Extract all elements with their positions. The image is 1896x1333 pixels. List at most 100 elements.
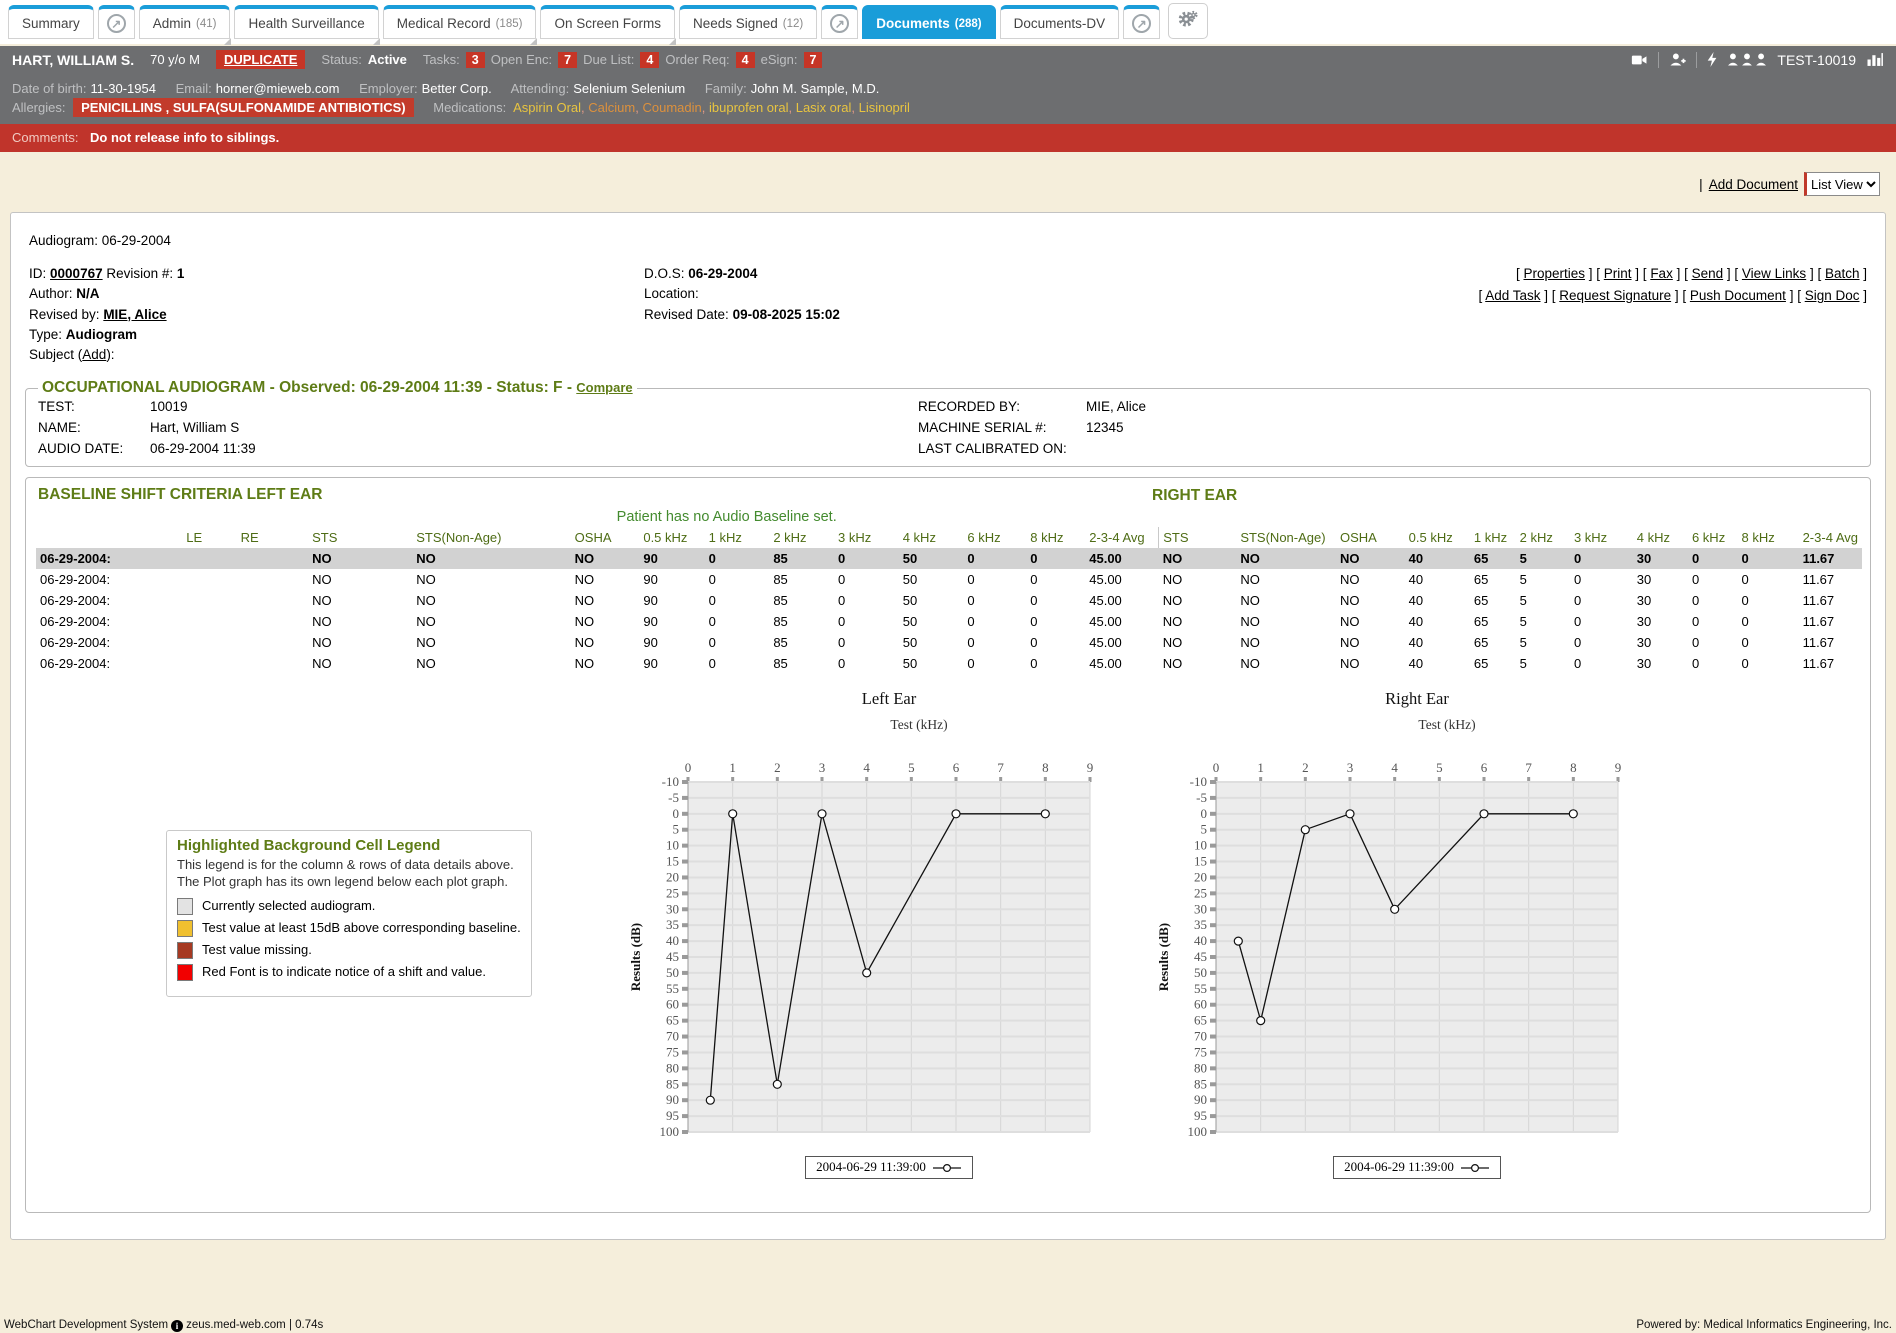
popout-tab-documents-dv[interactable]: ↗ [1123, 5, 1160, 39]
external-link-icon: ↗ [107, 14, 126, 33]
audiogram-section-title: OCCUPATIONAL AUDIOGRAM - Observed: 06-29… [38, 379, 637, 397]
add-document-link[interactable]: Add Document [1709, 177, 1798, 192]
badge-count[interactable]: 3 [466, 52, 485, 68]
view-select[interactable]: List View [1804, 172, 1880, 196]
badge-count[interactable]: 7 [804, 52, 823, 68]
svg-text:6: 6 [1481, 760, 1488, 775]
svg-text:80: 80 [1194, 1061, 1207, 1076]
badge-count[interactable]: 4 [736, 52, 755, 68]
svg-text:5: 5 [673, 822, 680, 837]
svg-text:Test (kHz): Test (kHz) [1418, 717, 1475, 732]
svg-text:1: 1 [1257, 760, 1264, 775]
svg-text:85: 85 [666, 1077, 679, 1092]
action-add-task[interactable]: Add Task [1485, 288, 1540, 303]
patient-status: Status: Active [321, 52, 407, 67]
action-properties[interactable]: Properties [1523, 266, 1585, 281]
svg-text:9: 9 [1615, 760, 1622, 775]
compare-link[interactable]: Compare [576, 380, 632, 395]
action-send[interactable]: Send [1692, 266, 1724, 281]
tab-bar: Summary ↗ Admin(41) Health Surveillance Medi… [0, 0, 1896, 44]
action-sign-doc[interactable]: Sign Doc [1805, 288, 1860, 303]
badge-order-req: Order Req:4 [665, 52, 754, 68]
tab-label: Health Surveillance [248, 16, 364, 31]
audiogram-row[interactable]: 06-29-2004:NONONO900850500045.00NONONO40… [36, 611, 1862, 632]
svg-text:-5: -5 [1196, 790, 1207, 805]
dob-value: 11-30-1954 [90, 81, 156, 96]
medication-item: Coumadin [642, 100, 701, 115]
tab-health-surveillance[interactable]: Health Surveillance [234, 5, 378, 39]
action-view-links[interactable]: View Links [1742, 266, 1806, 281]
tab-label: On Screen Forms [554, 16, 661, 31]
svg-text:0: 0 [673, 806, 680, 821]
chart-svg: 0123456789-10-50510152025303540455055606… [626, 686, 1106, 1148]
document-view-controls: | Add Document List View [10, 152, 1886, 212]
action-print[interactable]: Print [1604, 266, 1632, 281]
legend-swatch [177, 898, 193, 915]
action-batch[interactable]: Batch [1825, 266, 1860, 281]
document-id-link[interactable]: 0000767 [50, 266, 103, 281]
document-metadata: ID: 0000767 Revision #: 1 Author: N/A Re… [29, 264, 1867, 365]
medication-item: ibuprofen oral [709, 100, 789, 115]
audiogram-row[interactable]: 06-29-2004:NONONO900850500045.00NONONO40… [36, 548, 1862, 569]
popout-tab-summary[interactable]: ↗ [98, 5, 135, 39]
svg-text:Test (kHz): Test (kHz) [890, 717, 947, 732]
duplicate-button[interactable]: DUPLICATE [216, 50, 305, 69]
lightning-icon[interactable] [1707, 52, 1717, 67]
external-link-icon: ↗ [1132, 14, 1151, 33]
dos-value: 06-29-2004 [688, 266, 757, 281]
svg-text:-10: -10 [662, 774, 679, 789]
chart-icon[interactable] [1866, 52, 1884, 67]
action-request-signature[interactable]: Request Signature [1559, 288, 1671, 303]
badge-tasks: Tasks:3 [423, 52, 485, 68]
subject-add-link[interactable]: Add [82, 347, 106, 362]
tab-summary[interactable]: Summary [8, 5, 94, 39]
document-meta-middle: D.O.S: 06-29-2004 Location: Revised Date… [644, 264, 1478, 365]
badge-count[interactable]: 4 [640, 52, 659, 68]
author-value: N/A [76, 286, 99, 301]
audiogram-row[interactable]: 06-29-2004:NONONO900850500045.00NONONO40… [36, 590, 1862, 611]
svg-text:45: 45 [666, 949, 679, 964]
comments-text: Do not release info to siblings. [90, 130, 279, 145]
tab-label: Summary [22, 16, 80, 31]
action-push-document[interactable]: Push Document [1690, 288, 1786, 303]
audio-date-value: 06-29-2004 11:39 [150, 441, 918, 456]
legend-item: Red Font is to indicate notice of a shif… [177, 964, 521, 981]
svg-text:0: 0 [685, 760, 692, 775]
family-value: John M. Sample, M.D. [751, 81, 880, 96]
add-person-icon[interactable] [1669, 53, 1686, 66]
audiogram-row[interactable]: 06-29-2004:NONONO900850500045.00NONONO40… [36, 632, 1862, 653]
svg-text:70: 70 [666, 1029, 679, 1044]
tab-needs-signed[interactable]: Needs Signed(12) [679, 5, 817, 39]
no-baseline-note: Patient has no Audio Baseline set. [26, 509, 1427, 525]
legend-item: Test value missing. [177, 942, 521, 959]
video-call-icon[interactable] [1631, 54, 1648, 66]
svg-text:40: 40 [1194, 933, 1207, 948]
action-fax[interactable]: Fax [1650, 266, 1673, 281]
info-icon[interactable]: i [171, 1320, 183, 1332]
audiogram-row[interactable]: 06-29-2004:NONONO900850500045.00NONONO40… [36, 569, 1862, 590]
svg-text:15: 15 [666, 854, 679, 869]
svg-text:5: 5 [1201, 822, 1208, 837]
svg-text:2: 2 [1302, 760, 1309, 775]
tab-medical-record[interactable]: Medical Record(185) [383, 5, 537, 39]
audiogram-row[interactable]: 06-29-2004:NONONO900850500045.00NONONO40… [36, 653, 1862, 674]
svg-text:2: 2 [774, 760, 781, 775]
tab-admin[interactable]: Admin(41) [139, 5, 231, 39]
group-icon[interactable] [1727, 53, 1767, 66]
svg-text:55: 55 [1194, 981, 1207, 996]
badge-count[interactable]: 7 [558, 52, 577, 68]
popout-tab-needs-signed[interactable]: ↗ [821, 5, 858, 39]
svg-text:90: 90 [1194, 1092, 1207, 1107]
revised-by-link[interactable]: MIE, Alice [103, 307, 166, 322]
tab-documents-dv[interactable]: Documents-DV [1000, 5, 1120, 39]
settings-button[interactable] [1168, 3, 1208, 39]
patient-info: Date of birth:11-30-1954 Email:horner@mi… [0, 73, 1896, 124]
tab-documents[interactable]: Documents(288) [862, 5, 995, 39]
tab-on-screen-forms[interactable]: On Screen Forms [540, 5, 675, 39]
svg-text:95: 95 [1194, 1108, 1207, 1123]
document-actions: [ Properties ] [ Print ] [ Fax ] [ Send … [1478, 264, 1867, 365]
svg-text:1: 1 [729, 760, 736, 775]
svg-text:35: 35 [1194, 917, 1207, 932]
machine-serial-value: 12345 [1086, 420, 1146, 435]
occupational-audiogram-section: OCCUPATIONAL AUDIOGRAM - Observed: 06-29… [25, 379, 1871, 467]
